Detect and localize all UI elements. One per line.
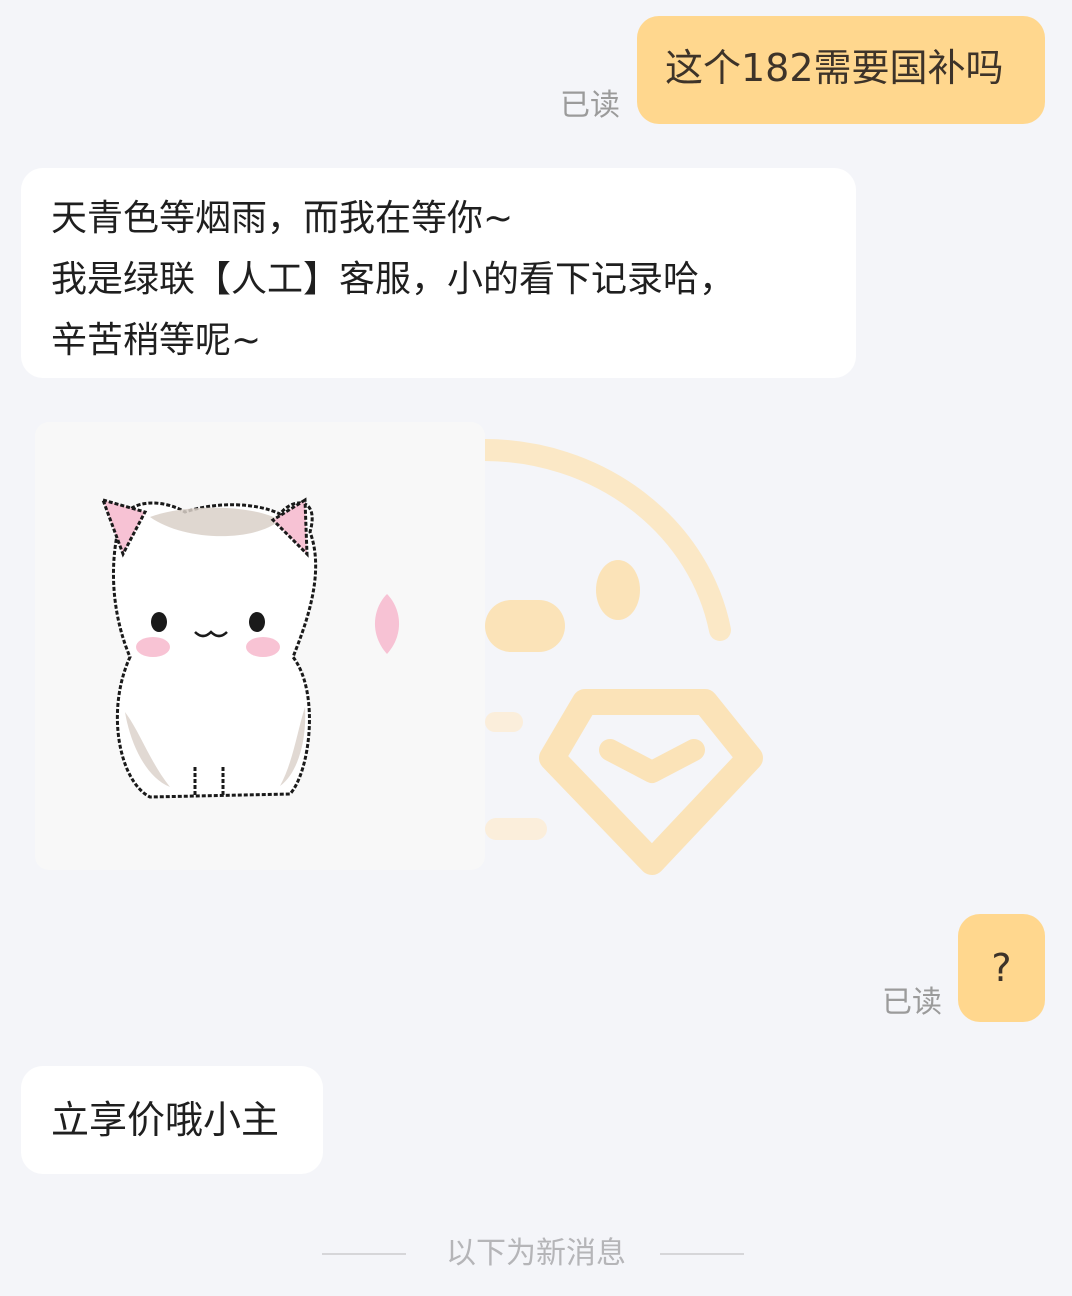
outgoing-message[interactable]: 这个182需要国补吗 — [637, 16, 1045, 124]
divider-label: 以下为新消息 — [446, 1236, 626, 1271]
outgoing-message[interactable]: ? — [958, 914, 1045, 1022]
new-messages-divider: 以下为新消息 — [0, 1232, 1072, 1276]
message-line: 辛苦稍等呢~ — [51, 320, 262, 361]
message-text: ? — [991, 946, 1012, 990]
message-text: 立享价哦小主 — [51, 1098, 280, 1142]
message-text: 这个182需要国补吗 — [665, 46, 1004, 90]
incoming-message[interactable]: 天青色等烟雨，而我在等你~ 我是绿联【人工】客服，小的看下记录哈， 辛苦稍等呢~ — [21, 168, 856, 378]
incoming-message[interactable]: 立享价哦小主 — [21, 1066, 323, 1174]
brand-watermark-icon — [474, 439, 763, 875]
message-line: 天青色等烟雨，而我在等你~ — [51, 198, 514, 239]
read-status: 已读 — [560, 88, 620, 123]
cat-sticker-icon — [100, 497, 400, 799]
divider-line-right — [660, 1253, 744, 1255]
chat-area[interactable]: 已读 这个182需要国补吗 天青色等烟雨，而我在等你~ 我是绿联【人工】客服，小… — [0, 0, 1072, 1296]
message-line: 我是绿联【人工】客服，小的看下记录哈， — [51, 259, 736, 300]
sticker-message[interactable] — [35, 422, 485, 870]
read-status: 已读 — [882, 985, 942, 1020]
